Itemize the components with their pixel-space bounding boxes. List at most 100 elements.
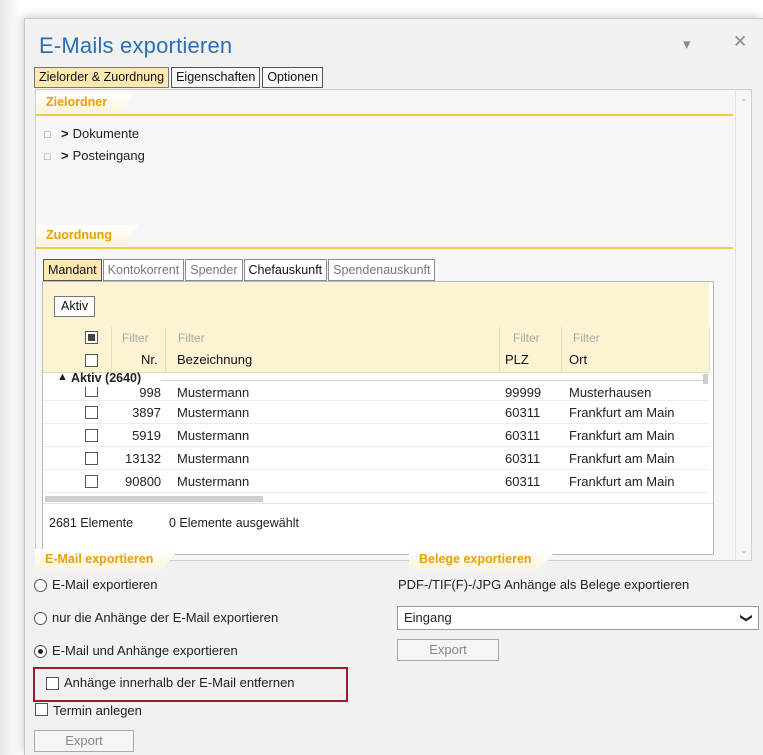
zuordnung-heading: Zuordnung <box>36 225 138 247</box>
tab-eigenschaften[interactable]: Eigenschaften <box>171 67 261 88</box>
dialog-title: E-Mails exportieren <box>39 33 233 58</box>
grid-footer: 2681 Elemente 0 Elemente ausgewählt <box>43 503 713 554</box>
tree-item-posteingang[interactable]: □ > Posteingang <box>44 148 145 163</box>
chevron-right-icon: > <box>61 126 69 141</box>
radio-label: E-Mail exportieren <box>52 577 158 592</box>
scroll-down-icon[interactable]: ⌄ <box>736 545 752 556</box>
table-row[interactable]: 5919 Mustermann 60311 Frankfurt am Main <box>43 425 709 447</box>
cell-ort: Frankfurt am Main <box>569 474 675 489</box>
tab-mandant[interactable]: Mandant <box>43 259 102 281</box>
group-row-aktiv[interactable]: ▲ Aktiv (2640) <box>43 371 709 387</box>
checkbox-termin-anlegen[interactable] <box>35 703 48 716</box>
aktiv-filter-button[interactable]: Aktiv <box>54 296 96 317</box>
group-label: Aktiv (2640) <box>71 371 142 385</box>
divider <box>36 114 733 116</box>
cell-bezeichnung: Mustermann <box>177 428 250 443</box>
select-value: Eingang <box>404 610 452 625</box>
radio-label: E-Mail und Anhänge exportieren <box>52 643 238 658</box>
filter-bezeichnung[interactable]: Filter <box>178 327 205 349</box>
cell-nr: 998 <box>139 387 161 400</box>
belege-export-heading: Belege exportieren <box>409 549 558 571</box>
tab-chefauskunft[interactable]: Chefauskunft <box>243 259 328 281</box>
filter-plz[interactable]: Filter <box>513 327 540 349</box>
tab-optionen[interactable]: Optionen <box>262 67 324 88</box>
panel-scrollbar[interactable]: ⌃ ⌄ <box>735 90 751 560</box>
radio-email-und-anhaenge[interactable] <box>34 645 47 658</box>
chevron-down-icon: ❯ <box>739 612 754 624</box>
close-icon[interactable]: ✕ <box>733 32 747 52</box>
selected-count: 0 Elemente ausgewählt <box>169 516 299 530</box>
tree-item-label: Dokumente <box>72 126 140 141</box>
cell-plz: 99999 <box>505 387 542 400</box>
cell-bezeichnung: Mustermann <box>177 387 250 400</box>
belege-type-select[interactable]: Eingang ❯ <box>397 606 759 630</box>
cell-bezeichnung: Mustermann <box>177 405 250 420</box>
column-header-nr[interactable]: Nr. <box>141 349 158 372</box>
inbox-folder-icon: □ <box>44 151 51 163</box>
divider <box>36 247 733 249</box>
tree-item-dokumente[interactable]: □ > Dokumente <box>44 126 139 141</box>
row-checkbox[interactable] <box>85 406 98 419</box>
chevron-right-icon: > <box>61 148 69 163</box>
row-checkbox[interactable] <box>85 429 98 442</box>
column-header-plz[interactable]: PLZ <box>505 349 529 372</box>
radio-label: nur die Anhänge der E-Mail exportieren <box>52 610 279 625</box>
highlight-box <box>33 667 348 702</box>
row-checkbox[interactable] <box>85 475 98 488</box>
cell-ort: Frankfurt am Main <box>569 405 675 420</box>
top-tab-bar: Zielorder & Zuordnung Eigenschaften Opti… <box>34 67 325 88</box>
main-panel: Zielordner □ > Dokumente □ > Posteingang Zuo… <box>35 89 752 561</box>
scroll-up-icon[interactable]: ⌃ <box>736 98 752 109</box>
chevron-down-icon[interactable]: ▾ <box>683 35 691 53</box>
header-checkbox[interactable] <box>85 354 98 367</box>
mandant-grid: Aktiv Filter Filter Filter Filter Nr. Be… <box>42 281 714 555</box>
cell-bezeichnung: Mustermann <box>177 474 250 489</box>
export-button-email[interactable]: Export <box>34 730 134 752</box>
zuordnung-tab-bar: Mandant Kontokorrent Spender Chefauskunf… <box>43 259 436 281</box>
cell-nr: 3897 <box>132 405 161 420</box>
cell-plz: 60311 <box>505 474 541 489</box>
export-button-belege[interactable]: Export <box>397 639 499 661</box>
vertical-scrollbar[interactable] <box>703 374 708 384</box>
table-row[interactable]: 13132 Mustermann 60311 Frankfurt am Main <box>43 448 709 470</box>
filter-row: Filter Filter Filter Filter <box>43 327 710 349</box>
select-all-checkbox[interactable] <box>85 331 98 344</box>
element-count: 2681 Elemente <box>49 516 134 530</box>
cell-plz: 60311 <box>505 428 541 443</box>
cell-ort: Frankfurt am Main <box>569 451 675 466</box>
tab-zielorder-zuordnung[interactable]: Zielorder & Zuordnung <box>34 67 170 88</box>
grid-toolbar: Aktiv <box>43 282 709 327</box>
column-header-ort[interactable]: Ort <box>569 349 587 372</box>
column-header-bezeichnung[interactable]: Bezeichnung <box>177 349 252 372</box>
table-row[interactable]: 998 Mustermann 99999 Musterhausen <box>43 387 709 401</box>
email-export-heading: E-Mail exportieren <box>35 549 180 571</box>
tab-kontokorrent[interactable]: Kontokorrent <box>102 259 185 281</box>
row-checkbox[interactable] <box>85 387 98 397</box>
cell-ort: Frankfurt am Main <box>569 428 675 443</box>
filter-ort[interactable]: Filter <box>573 327 600 349</box>
cell-plz: 60311 <box>505 405 541 420</box>
cell-plz: 60311 <box>505 451 541 466</box>
belege-description: PDF-/TIF(F)-/JPG Anhänge als Belege expo… <box>398 577 690 592</box>
table-row[interactable]: 3897 Mustermann 60311 Frankfurt am Main <box>43 402 709 424</box>
row-checkbox[interactable] <box>85 452 98 465</box>
folder-stack-icon: □ <box>44 129 51 141</box>
cell-nr: 90800 <box>125 474 162 489</box>
cell-ort: Musterhausen <box>569 387 652 400</box>
tree-item-label: Posteingang <box>72 148 145 163</box>
table-row[interactable]: 90800 Mustermann 60311 Frankfurt am Main <box>43 471 709 493</box>
collapse-caret-icon[interactable]: ▲ <box>57 371 68 383</box>
horizontal-scrollbar[interactable] <box>45 496 263 502</box>
radio-nur-anhaenge[interactable] <box>34 612 47 625</box>
cell-bezeichnung: Mustermann <box>177 451 250 466</box>
cell-nr: 13132 <box>125 451 162 466</box>
filter-nr[interactable]: Filter <box>122 327 149 349</box>
zielordner-heading: Zielordner <box>36 92 134 114</box>
export-dialog: E-Mails exportieren ▾ ✕ Zielorder & Zuor… <box>24 18 763 755</box>
tab-spender[interactable]: Spender <box>185 259 243 281</box>
checkbox-label: Termin anlegen <box>53 703 142 718</box>
radio-email-exportieren[interactable] <box>34 579 47 592</box>
cell-nr: 5919 <box>132 428 161 443</box>
tab-spendenauskunft[interactable]: Spendenauskunft <box>328 259 436 281</box>
column-header-row: Nr. Bezeichnung PLZ Ort <box>43 349 710 373</box>
